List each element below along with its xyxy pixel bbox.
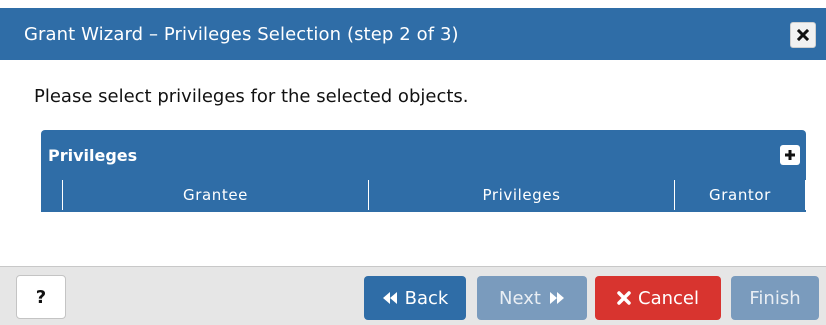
column-header-grantee[interactable]: Grantee: [62, 180, 368, 210]
dialog-footer: ? Back Next Cancel Finish: [0, 266, 826, 325]
close-button[interactable]: [790, 22, 816, 48]
grant-wizard-dialog: Grant Wizard – Privileges Selection (ste…: [0, 0, 826, 325]
column-select: [41, 180, 62, 210]
forward-icon: [549, 291, 565, 305]
grid-bottom-border: [41, 210, 806, 212]
next-label: Next: [499, 287, 541, 309]
cancel-x-icon: [617, 291, 631, 305]
backward-icon: [382, 291, 398, 305]
dialog-title: Grant Wizard – Privileges Selection (ste…: [24, 23, 459, 45]
grid-header: Privileges: [41, 130, 806, 180]
grid-column-headers: Grantee Privileges Grantor: [41, 180, 806, 210]
grid-title: Privileges: [48, 145, 138, 165]
next-button[interactable]: Next: [477, 276, 587, 320]
dialog-titlebar: Grant Wizard – Privileges Selection (ste…: [0, 8, 826, 60]
add-privilege-button[interactable]: [780, 145, 800, 165]
help-button[interactable]: ?: [16, 275, 66, 319]
finish-button[interactable]: Finish: [731, 276, 819, 320]
back-button[interactable]: Back: [364, 276, 466, 320]
column-header-grantor[interactable]: Grantor: [674, 180, 806, 210]
instruction-text: Please select privileges for the selecte…: [34, 86, 469, 107]
column-header-privileges[interactable]: Privileges: [368, 180, 674, 210]
plus-icon: [784, 146, 796, 165]
cancel-label: Cancel: [638, 287, 699, 309]
privileges-grid: Privileges Grantee Privileges Grantor: [41, 130, 806, 212]
back-label: Back: [404, 287, 449, 309]
close-icon: [797, 29, 809, 41]
cancel-button[interactable]: Cancel: [595, 276, 721, 320]
